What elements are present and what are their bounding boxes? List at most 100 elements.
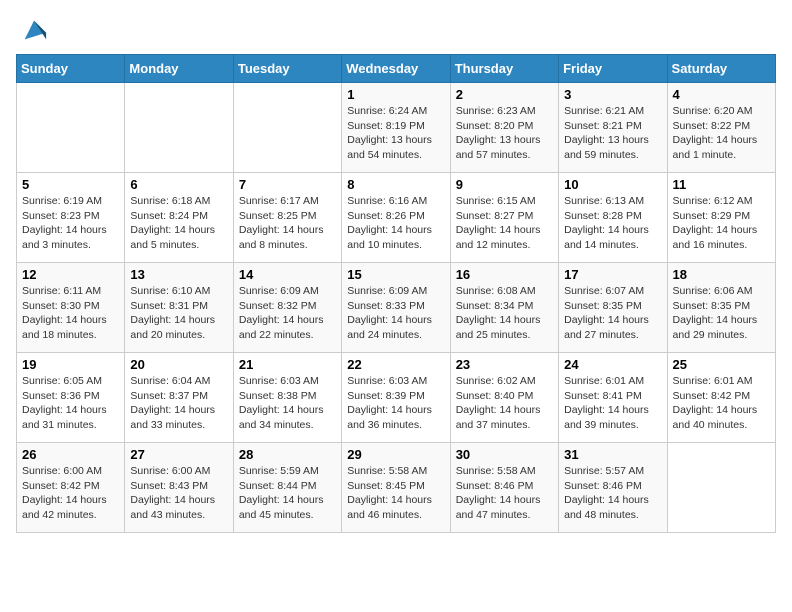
- day-number: 22: [347, 357, 444, 372]
- calendar-cell: 15 Sunrise: 6:09 AMSunset: 8:33 PMDayligh…: [342, 263, 450, 353]
- day-info: Sunrise: 6:17 AMSunset: 8:25 PMDaylight:…: [239, 194, 336, 253]
- calendar-cell: 8Sunrise: 6:16 AMSunset: 8:26 PMDaylight…: [342, 173, 450, 263]
- calendar-cell: 10 Sunrise: 6:13 AMSunset: 8:28 PMDayligh…: [559, 173, 667, 263]
- day-number: 26: [22, 447, 119, 462]
- weekday-header-sunday: Sunday: [17, 55, 125, 83]
- calendar-cell: 6 Sunrise: 6:18 AMSunset: 8:24 PMDaylight…: [125, 173, 233, 263]
- calendar-header: SundayMondayTuesdayWednesdayThursdayFrid…: [17, 55, 776, 83]
- day-info: Sunrise: 5:57 AMSunset: 8:46 PMDaylight:…: [564, 464, 661, 523]
- weekday-row: SundayMondayTuesdayWednesdayThursdayFrid…: [17, 55, 776, 83]
- calendar-table: SundayMondayTuesdayWednesdayThursdayFrid…: [16, 54, 776, 533]
- calendar-cell: 9 Sunrise: 6:15 AMSunset: 8:27 PMDaylight…: [450, 173, 558, 263]
- day-number: 29: [347, 447, 444, 462]
- day-info: Sunrise: 6:00 AMSunset: 8:43 PMDaylight:…: [130, 464, 227, 523]
- day-info: Sunrise: 5:58 AMSunset: 8:46 PMDaylight:…: [456, 464, 553, 523]
- day-number: 14: [239, 267, 336, 282]
- calendar-cell: 28 Sunrise: 5:59 AMSunset: 8:44 PMDayligh…: [233, 443, 341, 533]
- day-info: Sunrise: 5:58 AMSunset: 8:45 PMDaylight:…: [347, 464, 444, 523]
- day-number: 11: [673, 177, 770, 192]
- calendar-cell: 18 Sunrise: 6:06 AMSunset: 8:35 PMDayligh…: [667, 263, 775, 353]
- day-info: Sunrise: 6:09 AMSunset: 8:33 PMDaylight:…: [347, 284, 444, 343]
- calendar-week-2: 5Sunrise: 6:19 AMSunset: 8:23 PMDaylight…: [17, 173, 776, 263]
- day-number: 9: [456, 177, 553, 192]
- weekday-header-tuesday: Tuesday: [233, 55, 341, 83]
- calendar-cell: 25Sunrise: 6:01 AMSunset: 8:42 PMDayligh…: [667, 353, 775, 443]
- calendar-week-5: 26 Sunrise: 6:00 AMSunset: 8:42 PMDayligh…: [17, 443, 776, 533]
- day-info: Sunrise: 6:03 AMSunset: 8:39 PMDaylight:…: [347, 374, 444, 433]
- calendar-cell: 1 Sunrise: 6:24 AMSunset: 8:19 PMDaylight…: [342, 83, 450, 173]
- day-number: 15: [347, 267, 444, 282]
- calendar-cell: 23 Sunrise: 6:02 AMSunset: 8:40 PMDayligh…: [450, 353, 558, 443]
- weekday-header-friday: Friday: [559, 55, 667, 83]
- day-info: Sunrise: 6:10 AMSunset: 8:31 PMDaylight:…: [130, 284, 227, 343]
- calendar-cell: [125, 83, 233, 173]
- calendar-cell: 26 Sunrise: 6:00 AMSunset: 8:42 PMDayligh…: [17, 443, 125, 533]
- day-number: 3: [564, 87, 661, 102]
- day-info: Sunrise: 6:20 AMSunset: 8:22 PMDaylight:…: [673, 104, 770, 163]
- day-info: Sunrise: 6:21 AMSunset: 8:21 PMDaylight:…: [564, 104, 661, 163]
- calendar-week-1: 1 Sunrise: 6:24 AMSunset: 8:19 PMDaylight…: [17, 83, 776, 173]
- day-number: 24: [564, 357, 661, 372]
- logo: [16, 16, 48, 44]
- weekday-header-wednesday: Wednesday: [342, 55, 450, 83]
- day-info: Sunrise: 5:59 AMSunset: 8:44 PMDaylight:…: [239, 464, 336, 523]
- day-number: 10: [564, 177, 661, 192]
- day-number: 31: [564, 447, 661, 462]
- day-number: 20: [130, 357, 227, 372]
- day-number: 6: [130, 177, 227, 192]
- day-info: Sunrise: 6:04 AMSunset: 8:37 PMDaylight:…: [130, 374, 227, 433]
- calendar-cell: 31 Sunrise: 5:57 AMSunset: 8:46 PMDayligh…: [559, 443, 667, 533]
- weekday-header-monday: Monday: [125, 55, 233, 83]
- day-info: Sunrise: 6:18 AMSunset: 8:24 PMDaylight:…: [130, 194, 227, 253]
- day-number: 21: [239, 357, 336, 372]
- calendar-cell: 2Sunrise: 6:23 AMSunset: 8:20 PMDaylight…: [450, 83, 558, 173]
- page-header: [16, 16, 776, 44]
- calendar-cell: 29 Sunrise: 5:58 AMSunset: 8:45 PMDayligh…: [342, 443, 450, 533]
- day-info: Sunrise: 6:23 AMSunset: 8:20 PMDaylight:…: [456, 104, 553, 163]
- day-number: 12: [22, 267, 119, 282]
- day-info: Sunrise: 6:11 AMSunset: 8:30 PMDaylight:…: [22, 284, 119, 343]
- calendar-cell: 16 Sunrise: 6:08 AMSunset: 8:34 PMDayligh…: [450, 263, 558, 353]
- day-info: Sunrise: 6:01 AMSunset: 8:42 PMDaylight:…: [673, 374, 770, 433]
- calendar-body: 1 Sunrise: 6:24 AMSunset: 8:19 PMDaylight…: [17, 83, 776, 533]
- day-number: 13: [130, 267, 227, 282]
- calendar-week-3: 12 Sunrise: 6:11 AMSunset: 8:30 PMDayligh…: [17, 263, 776, 353]
- day-info: Sunrise: 6:03 AMSunset: 8:38 PMDaylight:…: [239, 374, 336, 433]
- calendar-cell: 19 Sunrise: 6:05 AMSunset: 8:36 PMDayligh…: [17, 353, 125, 443]
- day-info: Sunrise: 6:02 AMSunset: 8:40 PMDaylight:…: [456, 374, 553, 433]
- calendar-cell: 5Sunrise: 6:19 AMSunset: 8:23 PMDaylight…: [17, 173, 125, 263]
- day-number: 16: [456, 267, 553, 282]
- weekday-header-thursday: Thursday: [450, 55, 558, 83]
- calendar-cell: 7 Sunrise: 6:17 AMSunset: 8:25 PMDaylight…: [233, 173, 341, 263]
- calendar-cell: 17Sunrise: 6:07 AMSunset: 8:35 PMDayligh…: [559, 263, 667, 353]
- calendar-cell: 22 Sunrise: 6:03 AMSunset: 8:39 PMDayligh…: [342, 353, 450, 443]
- day-info: Sunrise: 6:15 AMSunset: 8:27 PMDaylight:…: [456, 194, 553, 253]
- day-number: 30: [456, 447, 553, 462]
- calendar-cell: [667, 443, 775, 533]
- day-info: Sunrise: 6:01 AMSunset: 8:41 PMDaylight:…: [564, 374, 661, 433]
- day-number: 18: [673, 267, 770, 282]
- day-info: Sunrise: 6:06 AMSunset: 8:35 PMDaylight:…: [673, 284, 770, 343]
- calendar-cell: [233, 83, 341, 173]
- day-number: 17: [564, 267, 661, 282]
- day-number: 27: [130, 447, 227, 462]
- day-info: Sunrise: 6:00 AMSunset: 8:42 PMDaylight:…: [22, 464, 119, 523]
- calendar-cell: 14Sunrise: 6:09 AMSunset: 8:32 PMDayligh…: [233, 263, 341, 353]
- day-number: 19: [22, 357, 119, 372]
- day-info: Sunrise: 6:08 AMSunset: 8:34 PMDaylight:…: [456, 284, 553, 343]
- calendar-cell: [17, 83, 125, 173]
- calendar-cell: 12 Sunrise: 6:11 AMSunset: 8:30 PMDayligh…: [17, 263, 125, 353]
- day-number: 23: [456, 357, 553, 372]
- day-info: Sunrise: 6:12 AMSunset: 8:29 PMDaylight:…: [673, 194, 770, 253]
- day-number: 7: [239, 177, 336, 192]
- day-info: Sunrise: 6:13 AMSunset: 8:28 PMDaylight:…: [564, 194, 661, 253]
- calendar-cell: 27 Sunrise: 6:00 AMSunset: 8:43 PMDayligh…: [125, 443, 233, 533]
- day-info: Sunrise: 6:24 AMSunset: 8:19 PMDaylight:…: [347, 104, 444, 163]
- day-info: Sunrise: 6:05 AMSunset: 8:36 PMDaylight:…: [22, 374, 119, 433]
- calendar-week-4: 19 Sunrise: 6:05 AMSunset: 8:36 PMDayligh…: [17, 353, 776, 443]
- weekday-header-saturday: Saturday: [667, 55, 775, 83]
- day-number: 28: [239, 447, 336, 462]
- day-number: 1: [347, 87, 444, 102]
- day-number: 5: [22, 177, 119, 192]
- calendar-cell: 20 Sunrise: 6:04 AMSunset: 8:37 PMDayligh…: [125, 353, 233, 443]
